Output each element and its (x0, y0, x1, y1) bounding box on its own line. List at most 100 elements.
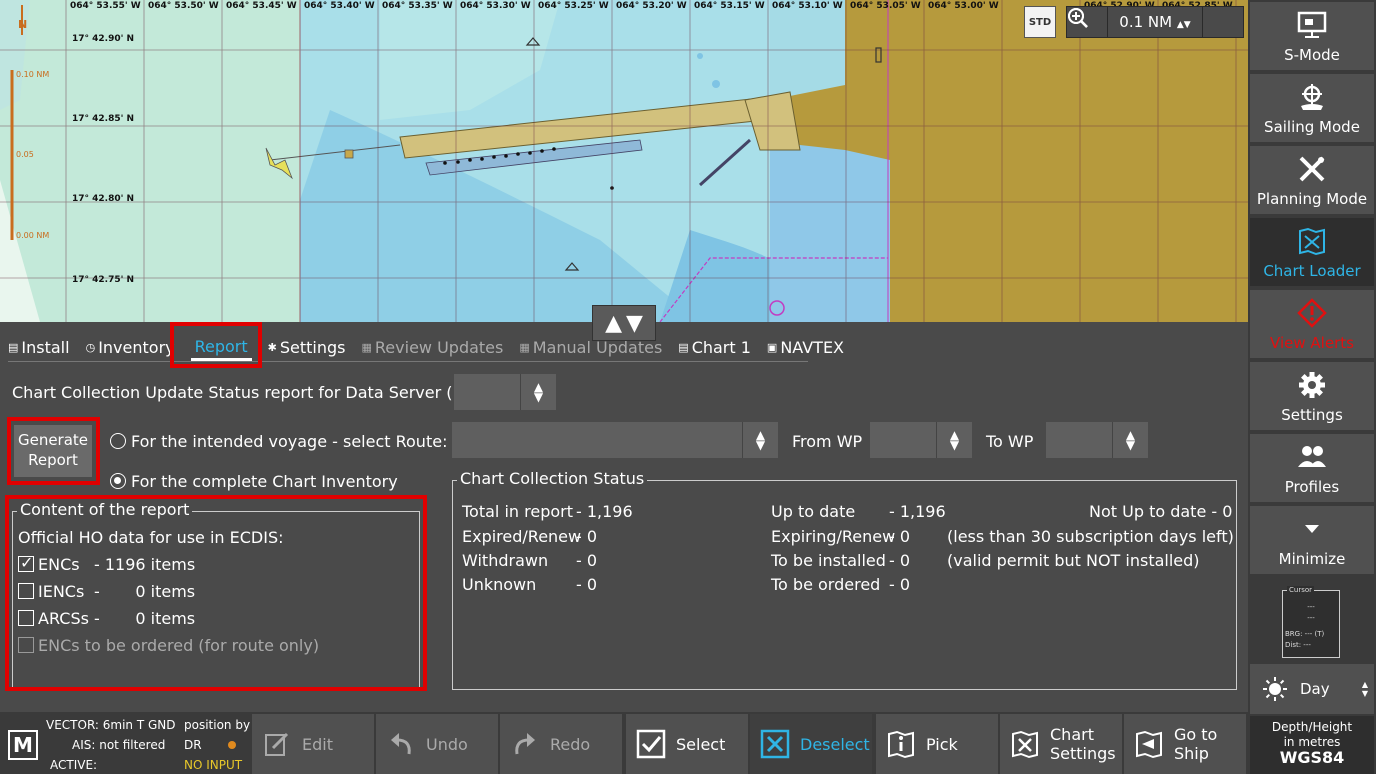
select-checkbox-icon (636, 729, 666, 759)
tab-manual-updates[interactable]: ▦ Manual Updates (519, 334, 662, 361)
zoom-out-icon[interactable] (1068, 7, 1243, 37)
ienc-checkbox-row[interactable]: IENCs - 0 items (18, 582, 195, 601)
datum-label: WGS84 (1279, 748, 1345, 767)
to-wp-select[interactable]: ▲ ▼ (1046, 422, 1148, 458)
ds-label: Chart Collection Update Status report fo… (12, 383, 487, 402)
tab-chart-1[interactable]: ▤ Chart 1 (678, 334, 751, 361)
position-status-dot (228, 741, 236, 749)
status-value: - 0 (889, 551, 911, 570)
status-value: - 0 (576, 575, 598, 594)
std-display-button[interactable]: STD (1024, 6, 1056, 38)
status-label: Unknown (462, 575, 537, 594)
minimize-button[interactable]: Minimize (1250, 506, 1374, 576)
planning-mode-button[interactable]: Planning Mode (1250, 146, 1374, 216)
tab-settings[interactable]: ✱ Settings (268, 334, 346, 361)
status-value: - 1,196 (576, 502, 633, 521)
settings-button[interactable]: Settings (1250, 362, 1374, 432)
tab-install[interactable]: ▤ Install (8, 334, 70, 361)
scale-label: 0.10 NM (16, 70, 50, 79)
minimize-label: Minimize (1278, 550, 1346, 568)
tab-inventory[interactable]: ◷ Inventory (86, 334, 175, 361)
tab-label: NAVTEX (780, 338, 845, 357)
longitude-label: 064° 53.45' W (226, 1, 297, 11)
radio-inventory-label: For the complete Chart Inventory (131, 472, 398, 491)
settings-icon: ✱ (267, 341, 277, 354)
tab-label: Manual Updates (532, 338, 663, 357)
enc-checkbox[interactable]: ✓ (18, 553, 34, 572)
arcs-checkbox-row[interactable]: ARCSs - 0 items (18, 609, 195, 628)
chart-settings-icon (1010, 729, 1040, 759)
tab-label: Chart 1 (691, 338, 751, 357)
select-arrow-icon: ▲ ▼ (742, 422, 778, 458)
latitude-label: 17° 42.90' N (72, 34, 135, 44)
ds-select[interactable]: ▲ ▼ (454, 374, 556, 410)
longitude-label: 064° 53.35' W (382, 1, 453, 11)
radio-route[interactable] (110, 433, 126, 449)
enc-to-order-label: ENCs to be ordered (for route only) (38, 636, 320, 655)
scale-label: 0.00 NM (16, 231, 50, 240)
profiles-button[interactable]: Profiles (1250, 434, 1374, 504)
radio-inventory[interactable] (110, 473, 126, 489)
arcs-checkbox[interactable] (18, 610, 34, 626)
edit-icon (262, 729, 292, 759)
radio-route-label: For the intended voyage - select Route: (131, 432, 448, 451)
cursor-line: --- (1307, 614, 1315, 622)
tab-label: Install (21, 338, 70, 357)
position-source: DR (184, 738, 202, 752)
redo-icon (510, 729, 540, 759)
day-label: Day (1300, 680, 1330, 698)
zoom-range-select[interactable]: 0.1 NM ▲▼ (1107, 7, 1203, 37)
chart-map[interactable]: 064° 53.55' W 064° 53.50' W 064° 53.45' … (0, 0, 1248, 322)
radio-route-option[interactable]: For the intended voyage - select Route: (110, 432, 447, 451)
not-up-to-date: Not Up to date - 0 (1089, 502, 1233, 521)
item-name: ARCSs (38, 609, 89, 628)
redo-label: Redo (550, 734, 591, 754)
longitude-label: 064° 53.05' W (850, 1, 921, 11)
sailing-mode-button[interactable]: Sailing Mode (1250, 74, 1374, 144)
north-arrow-icon: N (18, 18, 28, 31)
latitude-label: 17° 42.85' N (72, 114, 135, 124)
cursor-brg: BRG: --- (T) (1285, 630, 1325, 638)
longitude-label: 064° 53.00' W (928, 1, 999, 11)
from-wp-select[interactable]: ▲ ▼ (870, 422, 972, 458)
day-night-select[interactable]: Day ▲ ▼ (1250, 664, 1374, 714)
sun-icon (1262, 676, 1288, 706)
chart-loader-button[interactable]: Chart Loader (1250, 218, 1374, 288)
pick-button[interactable]: Pick (876, 714, 998, 774)
profiles-icon (1295, 440, 1329, 474)
select-button[interactable]: Select (626, 714, 748, 774)
expiring-note: (less than 30 subscription days left) (947, 527, 1234, 546)
cursor-readout: Cursor --- --- BRG: --- (T) Dist: --- (1282, 586, 1340, 658)
vector-status: VECTOR: 6min T GND (46, 718, 176, 732)
route-select[interactable]: ▲ ▼ (452, 422, 778, 458)
edit-button[interactable]: Edit (252, 714, 374, 774)
gear-icon (1295, 368, 1329, 402)
status-value: - 1,196 (889, 502, 946, 521)
deselect-icon (760, 729, 790, 759)
enc-to-order-row: ENCs to be ordered (for route only) (18, 636, 319, 655)
s-mode-button[interactable]: S-Mode (1250, 2, 1374, 72)
deselect-button[interactable]: Deselect (750, 714, 872, 774)
install-note: (valid permit but NOT installed) (947, 551, 1200, 570)
highlight-frame (170, 322, 262, 368)
radio-inventory-option[interactable]: For the complete Chart Inventory (110, 472, 398, 491)
status-label: To be installed (771, 551, 886, 570)
enc-checkbox-row[interactable]: ✓ ENCs - 1196 items (18, 553, 195, 574)
tab-label: Inventory (98, 338, 175, 357)
go-to-ship-button[interactable]: Go to Ship (1124, 714, 1246, 774)
highlight-frame (7, 417, 100, 485)
chart-settings-button[interactable]: Chart Settings (1000, 714, 1122, 774)
view-alerts-button[interactable]: View Alerts (1250, 290, 1374, 360)
undo-button[interactable]: Undo (376, 714, 498, 774)
go-to-ship-icon (1134, 729, 1164, 759)
tab-review-updates[interactable]: ▦ Review Updates (362, 334, 504, 361)
redo-button[interactable]: Redo (500, 714, 622, 774)
zoom-control: 0.1 NM ▲▼ (1066, 6, 1244, 38)
status-label: Expired/Renew (462, 527, 582, 546)
ienc-checkbox[interactable] (18, 583, 34, 599)
to-wp-label: To WP (986, 432, 1034, 451)
chart-settings-label: Chart Settings (1050, 725, 1116, 763)
longitude-label: 064° 53.40' W (304, 1, 375, 11)
tab-navtex[interactable]: ▣ NAVTEX (767, 334, 844, 361)
status-label: Total in report (462, 502, 573, 521)
